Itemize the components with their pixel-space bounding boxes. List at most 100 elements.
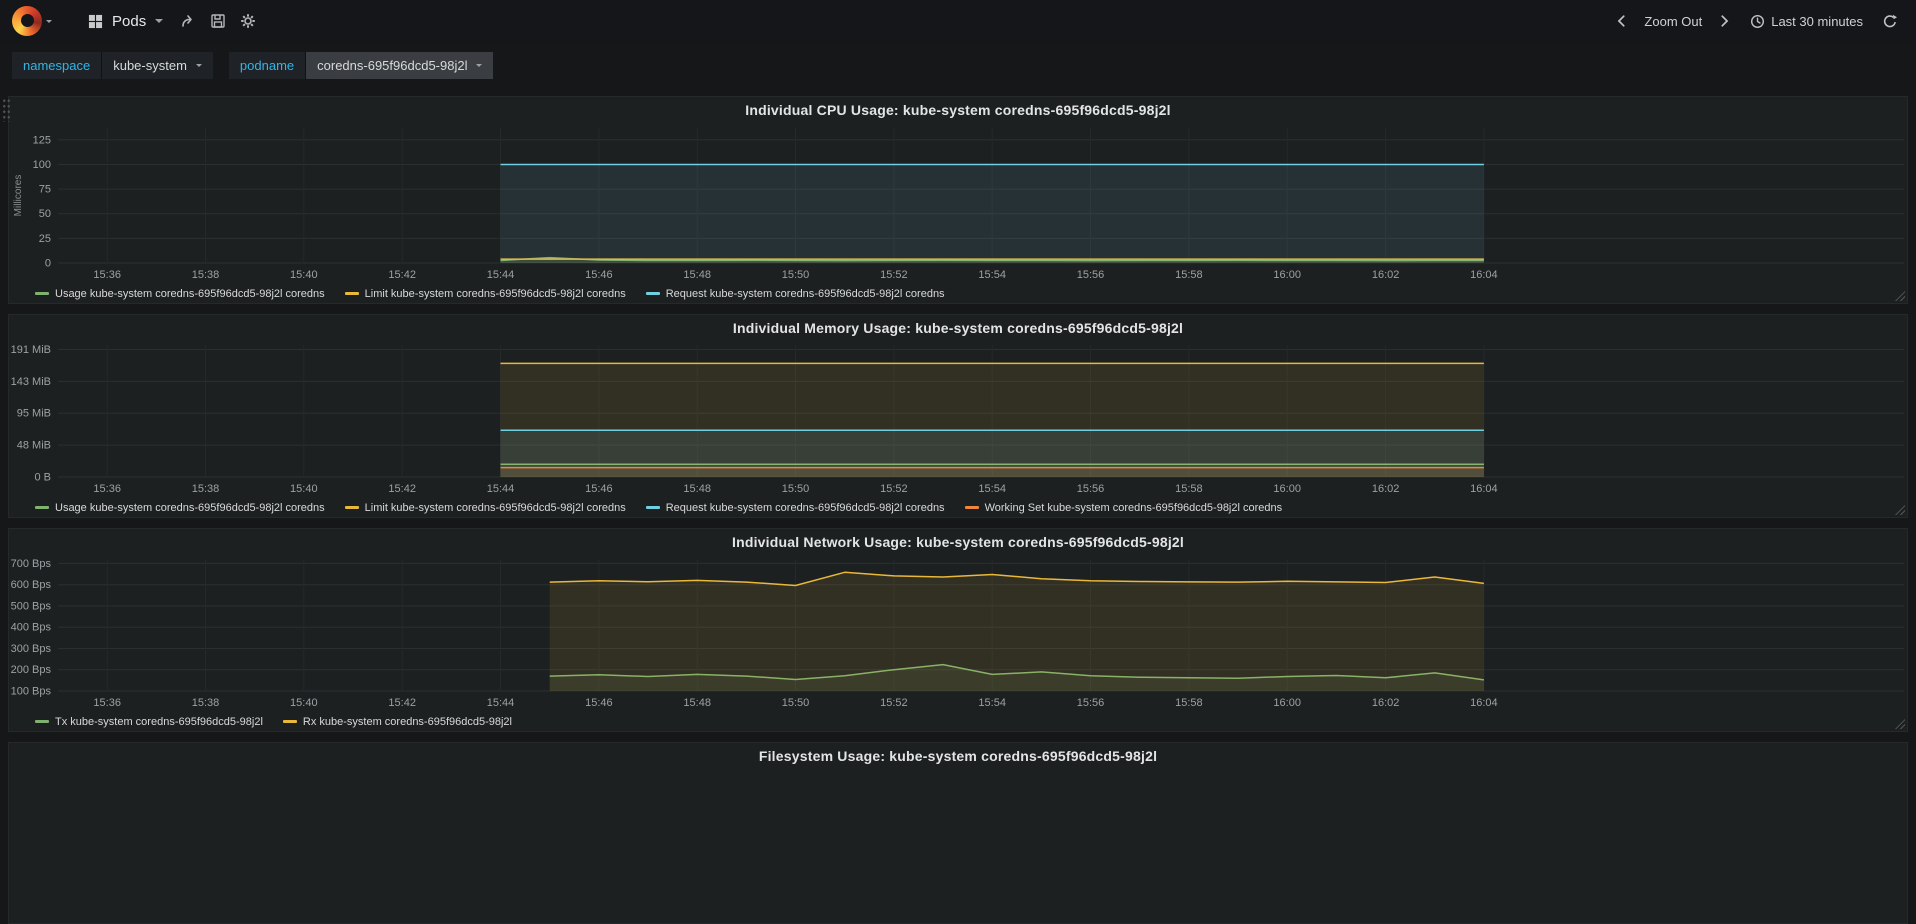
clock-icon: [1751, 14, 1765, 28]
legend-item[interactable]: Rx kube-system coredns-695f96dcd5-98j2l: [282, 715, 512, 728]
y-tick-label: 95 MiB: [17, 408, 51, 420]
grafana-menu-button[interactable]: [12, 6, 52, 36]
variable-namespace-label: namespace: [12, 51, 103, 79]
dashboard-grid-icon: [88, 14, 103, 28]
x-tick-label: 15:40: [290, 483, 318, 495]
y-tick-label: 100 Bps: [11, 686, 52, 698]
share-button[interactable]: [173, 7, 203, 35]
legend-series-color-dash: [344, 292, 359, 295]
legend-item[interactable]: Request kube-system coredns-695f96dcd5-9…: [645, 502, 945, 514]
x-tick-label: 15:38: [192, 269, 220, 281]
zoom-out-right-button[interactable]: [1710, 8, 1738, 34]
legend-item[interactable]: Usage kube-system coredns-695f96dcd5-98j…: [35, 288, 325, 300]
x-tick-label: 15:58: [1175, 483, 1203, 495]
time-range-picker[interactable]: Last 30 minutes: [1742, 10, 1871, 33]
y-tick-label: 191 MiB: [11, 344, 51, 356]
y-tick-label: 50: [39, 208, 51, 220]
x-tick-label: 15:46: [585, 269, 613, 281]
variable-submenu: namespace kube-system podname coredns-69…: [0, 42, 1916, 88]
zoom-out-left-button[interactable]: [1608, 8, 1636, 34]
settings-icon: [241, 14, 256, 28]
x-tick-label: 15:36: [93, 269, 121, 281]
y-tick-label: 100: [33, 159, 51, 171]
chevron-right-icon: [1721, 15, 1729, 27]
panel-title-memory[interactable]: Individual Memory Usage: kube-system cor…: [9, 315, 1907, 340]
legend-series-label: Limit kube-system coredns-695f96dcd5-98j…: [364, 287, 626, 300]
variable-podname-value-dropdown[interactable]: coredns-695f96dcd5-98j2l: [306, 51, 494, 79]
legend-item[interactable]: Working Set kube-system coredns-695f96dc…: [964, 502, 1282, 514]
x-tick-label: 15:54: [978, 483, 1006, 495]
series-fill-rx: [549, 572, 1484, 691]
x-tick-label: 15:44: [487, 697, 515, 709]
legend-series-label: Limit kube-system coredns-695f96dcd5-98j…: [364, 501, 626, 514]
y-tick-label: 143 MiB: [11, 376, 51, 388]
x-tick-label: 15:38: [192, 697, 220, 709]
panel-title-cpu[interactable]: Individual CPU Usage: kube-system coredn…: [9, 97, 1907, 122]
legend-series-color-dash: [964, 506, 979, 509]
memory-usage-chart[interactable]: 0 B 48 MiB 95 MiB 143 MiB 191 MiB 15:36 15:38 1…: [10, 340, 1906, 499]
x-tick-label: 15:36: [93, 697, 121, 709]
network-usage-chart[interactable]: 100 Bps 200 Bps 300 Bps 400 Bps 500 Bps 600 B…: [10, 554, 1906, 713]
x-tick-label: 16:04: [1470, 697, 1498, 709]
y-tick-label: 400 Bps: [11, 622, 52, 634]
y-tick-label: 125: [33, 134, 51, 146]
panel-title-filesystem[interactable]: Filesystem Usage: kube-system coredns-69…: [9, 743, 1907, 768]
x-tick-label: 15:50: [782, 697, 810, 709]
refresh-icon: [1883, 14, 1897, 27]
chevron-left-icon: [1618, 15, 1626, 27]
x-tick-label: 15:50: [782, 483, 810, 495]
settings-button[interactable]: [233, 7, 263, 35]
x-tick-label: 15:52: [880, 697, 908, 709]
x-tick-label: 15:48: [683, 269, 711, 281]
legend-item[interactable]: Usage kube-system coredns-695f96dcd5-98j…: [35, 502, 325, 514]
x-tick-label: 15:50: [782, 269, 810, 281]
series-fill-working-set: [500, 467, 1484, 477]
x-tick-label: 15:48: [683, 483, 711, 495]
legend-series-color-dash: [344, 506, 359, 509]
legend-series-label: Rx kube-system coredns-695f96dcd5-98j2l: [302, 715, 512, 728]
time-range-label: Last 30 minutes: [1771, 13, 1863, 29]
save-button[interactable]: [203, 7, 233, 35]
panel-memory-usage: Individual Memory Usage: kube-system cor…: [8, 314, 1908, 518]
legend-series-label: Tx kube-system coredns-695f96dcd5-98j2l: [55, 715, 263, 728]
variable-podname: podname coredns-695f96dcd5-98j2l: [228, 51, 494, 79]
x-tick-label: 15:44: [487, 269, 515, 281]
legend-item[interactable]: Tx kube-system coredns-695f96dcd5-98j2l: [35, 716, 263, 728]
x-tick-label: 15:38: [192, 483, 220, 495]
legend-item[interactable]: Request kube-system coredns-695f96dcd5-9…: [645, 287, 945, 300]
panel-network-usage: Individual Network Usage: kube-system co…: [8, 528, 1908, 732]
x-tick-label: 16:02: [1372, 483, 1400, 495]
series-fill-request: [500, 164, 1484, 263]
cpu-chart-legend: Usage kube-system coredns-695f96dcd5-98j…: [9, 285, 1907, 302]
y-tick-label: 75: [39, 184, 51, 196]
y-tick-label: 48 MiB: [17, 440, 51, 452]
row-drag-handle[interactable]: [2, 98, 11, 122]
legend-item[interactable]: Limit kube-system coredns-695f96dcd5-98j…: [344, 501, 626, 514]
variable-namespace: namespace kube-system: [12, 51, 213, 79]
x-tick-label: 15:46: [585, 697, 613, 709]
legend-series-label: Usage kube-system coredns-695f96dcd5-98j…: [55, 287, 325, 300]
legend-series-label: Usage kube-system coredns-695f96dcd5-98j…: [55, 501, 325, 514]
legend-series-color-dash: [35, 506, 49, 509]
caret-down-icon: [476, 63, 483, 67]
dashboard-picker[interactable]: Pods: [78, 7, 173, 36]
legend-series-label: Request kube-system coredns-695f96dcd5-9…: [665, 287, 945, 300]
panel-title-network[interactable]: Individual Network Usage: kube-system co…: [9, 529, 1907, 554]
variable-namespace-value-dropdown[interactable]: kube-system: [102, 51, 213, 79]
x-tick-label: 15:52: [880, 269, 908, 281]
x-tick-label: 15:58: [1175, 269, 1203, 281]
refresh-button[interactable]: [1875, 8, 1904, 35]
zoom-out-button[interactable]: Zoom Out: [1640, 14, 1706, 29]
cpu-usage-chart[interactable]: 0 25 50 75 100 125 15:36 15:38 15:40 15:42 15:44 15…: [10, 122, 1906, 285]
x-tick-label: 16:00: [1273, 269, 1301, 281]
y-tick-label: 600 Bps: [11, 579, 52, 591]
save-icon: [211, 14, 225, 28]
caret-down-icon: [155, 19, 164, 23]
memory-chart-legend: Usage kube-system coredns-695f96dcd5-98j…: [9, 499, 1907, 516]
y-axis-label: Millicores: [13, 175, 24, 217]
x-tick-label: 15:42: [388, 269, 416, 281]
dashboard-body: Individual CPU Usage: kube-system coredn…: [0, 88, 1916, 924]
legend-item[interactable]: Limit kube-system coredns-695f96dcd5-98j…: [344, 287, 626, 300]
x-tick-label: 16:04: [1470, 483, 1498, 495]
share-icon: [182, 15, 193, 27]
